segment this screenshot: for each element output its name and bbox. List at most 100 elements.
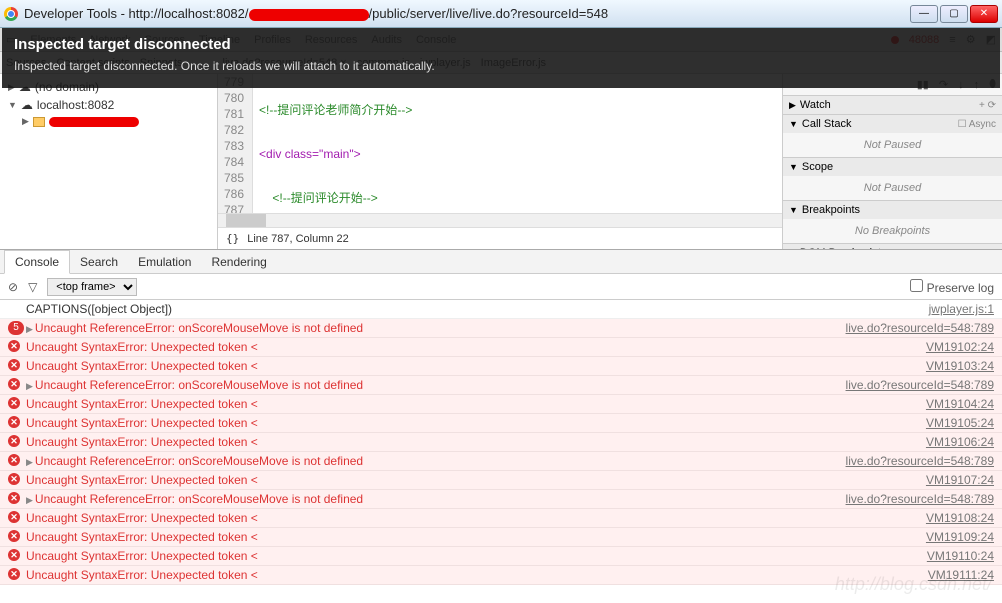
console-toolbar: ⊘ ▽ <top frame> Preserve log <box>0 274 1002 300</box>
console-row[interactable]: ✕ Uncaught SyntaxError: Unexpected token … <box>0 471 1002 490</box>
log-source-link[interactable]: jwplayer.js:1 <box>921 302 994 316</box>
chrome-icon <box>4 7 18 21</box>
log-source-link[interactable]: live.do?resourceId=548:789 <box>838 378 994 392</box>
minimize-button[interactable]: — <box>910 5 938 23</box>
drawer-tabs: Console Search Emulation Rendering <box>0 250 1002 274</box>
console-row[interactable]: ✕Uncaught SyntaxError: Unexpected token … <box>0 509 1002 528</box>
log-message: Uncaught SyntaxError: Unexpected token < <box>26 340 258 354</box>
console-row[interactable]: 5▶Uncaught ReferenceError: onScoreMouseM… <box>0 319 1002 338</box>
error-icon: ✕ <box>8 340 20 352</box>
folder-icon <box>33 117 45 127</box>
line-gutter: 779780781782783784785786787788789 <box>218 74 253 213</box>
tab-rendering[interactable]: Rendering <box>201 251 276 273</box>
expand-icon[interactable]: ▶ <box>26 457 33 467</box>
expand-icon[interactable]: ▶ <box>26 381 33 391</box>
log-source-link[interactable]: VM19104:24 <box>918 397 994 411</box>
log-message: Uncaught ReferenceError: onScoreMouseMov… <box>35 492 363 506</box>
error-icon: ✕ <box>8 511 20 523</box>
frame-selector[interactable]: <top frame> <box>47 278 137 296</box>
log-message: Uncaught SyntaxError: Unexpected token < <box>26 435 258 449</box>
log-message: CAPTIONS([object Object]) <box>26 302 172 316</box>
log-message: Uncaught SyntaxError: Unexpected token < <box>26 359 258 373</box>
console-row[interactable]: ✕ Uncaught SyntaxError: Unexpected token … <box>0 433 1002 452</box>
braces-icon[interactable]: {} <box>226 232 239 245</box>
log-message: Uncaught ReferenceError: onScoreMouseMov… <box>35 321 363 335</box>
breakpoints-section[interactable]: ▼Breakpoints <box>783 201 1002 219</box>
log-source-link[interactable]: VM19107:24 <box>918 473 994 487</box>
console-row[interactable]: ✕ Uncaught SyntaxError: Unexpected token … <box>0 414 1002 433</box>
error-icon: ✕ <box>8 530 20 542</box>
preserve-log-checkbox[interactable]: Preserve log <box>910 279 994 295</box>
expand-icon[interactable]: ▶ <box>26 495 33 505</box>
log-source-link[interactable]: VM19108:24 <box>918 511 994 525</box>
error-icon: ✕ <box>8 378 20 390</box>
log-source-link[interactable]: VM19105:24 <box>918 416 994 430</box>
editor-status: {} Line 787, Column 22 <box>218 227 782 249</box>
window-title: Developer Tools - http://localhost:8082/… <box>24 6 910 21</box>
error-icon: ✕ <box>8 568 20 580</box>
log-source-link[interactable]: live.do?resourceId=548:789 <box>838 321 994 335</box>
log-source-link[interactable]: live.do?resourceId=548:789 <box>838 492 994 506</box>
error-icon: ✕ <box>8 473 20 485</box>
log-source-link[interactable]: live.do?resourceId=548:789 <box>838 454 994 468</box>
clear-console-icon[interactable]: ⊘ <box>8 280 18 294</box>
scope-section[interactable]: ▼Scope <box>783 158 1002 176</box>
error-count-badge: 5 <box>8 321 24 335</box>
log-message: Uncaught ReferenceError: onScoreMouseMov… <box>35 378 363 392</box>
console-row[interactable]: ✕ Uncaught SyntaxError: Unexpected token … <box>0 566 1002 585</box>
callstack-section[interactable]: ▼Call Stack☐ Async <box>783 115 1002 133</box>
error-icon: ✕ <box>8 492 20 504</box>
log-source-link[interactable]: VM19111:24 <box>920 568 994 582</box>
watch-section[interactable]: ▶Watch+ ⟳ <box>783 96 1002 114</box>
tab-emulation[interactable]: Emulation <box>128 251 201 273</box>
log-message: Uncaught SyntaxError: Unexpected token < <box>26 473 258 487</box>
log-source-link[interactable]: VM19103:24 <box>918 359 994 373</box>
horizontal-scrollbar[interactable] <box>218 213 782 227</box>
log-message: Uncaught SyntaxError: Unexpected token < <box>26 549 258 563</box>
error-icon: ✕ <box>8 454 20 466</box>
console-row[interactable]: ✕ Uncaught SyntaxError: Unexpected token … <box>0 395 1002 414</box>
log-source-link[interactable]: VM19109:24 <box>918 530 994 544</box>
console-row[interactable]: ✕ ▶Uncaught ReferenceError: onScoreMouseM… <box>0 452 1002 471</box>
filter-icon[interactable]: ▽ <box>28 280 37 294</box>
console-output[interactable]: CAPTIONS([object Object])jwplayer.js:15▶… <box>0 300 1002 603</box>
file-navigator[interactable]: ▶☁(no domain) ▼☁localhost:8082 ▶ <box>0 74 218 249</box>
error-icon: ✕ <box>8 397 20 409</box>
log-message: Uncaught SyntaxError: Unexpected token < <box>26 397 258 411</box>
console-row[interactable]: ✕ Uncaught SyntaxError: Unexpected token … <box>0 357 1002 376</box>
log-source-link[interactable]: VM19102:24 <box>918 340 994 354</box>
tab-search[interactable]: Search <box>70 251 128 273</box>
dom-breakpoints-section[interactable]: ▶DOM Breakpoints <box>783 244 1002 249</box>
close-button[interactable]: ✕ <box>970 5 998 23</box>
overlay-title: Inspected target disconnected <box>14 36 988 53</box>
code-editor[interactable]: 779780781782783784785786787788789 <!--提问… <box>218 74 782 249</box>
log-message: Uncaught ReferenceError: onScoreMouseMov… <box>35 454 363 468</box>
error-icon: ✕ <box>8 416 20 428</box>
maximize-button[interactable]: ▢ <box>940 5 968 23</box>
console-row[interactable]: ✕ ▶Uncaught ReferenceError: onScoreMouseM… <box>0 490 1002 509</box>
window-titlebar: Developer Tools - http://localhost:8082/… <box>0 0 1002 28</box>
tab-console[interactable]: Console <box>4 250 70 274</box>
console-row[interactable]: ✕ Uncaught SyntaxError: Unexpected token … <box>0 547 1002 566</box>
error-icon: ✕ <box>8 435 20 447</box>
console-row[interactable]: ✕ Uncaught SyntaxError: Unexpected token … <box>0 338 1002 357</box>
debugger-sidebar: ▮▮ ↷ ↓ ↑ ⬮ ▶Watch+ ⟳ ▼Call Stack☐ AsyncN… <box>782 74 1002 249</box>
log-source-link[interactable]: VM19110:24 <box>919 549 994 563</box>
overlay-message: Inspected target disconnected. Once it r… <box>14 59 988 73</box>
code-content[interactable]: <!--提问评论老师简介开始--> <div class="main"> <!-… <box>253 74 782 213</box>
console-row[interactable]: CAPTIONS([object Object]) jwplayer.js:1 <box>0 300 1002 319</box>
console-row[interactable]: ✕ ▶Uncaught ReferenceError: onScoreMouseM… <box>0 376 1002 395</box>
disconnected-overlay: Inspected target disconnected Inspected … <box>2 28 1000 88</box>
log-source-link[interactable]: VM19106:24 <box>918 435 994 449</box>
redacted-url <box>249 9 369 21</box>
console-row[interactable]: ✕ Uncaught SyntaxError: Unexpected token … <box>0 528 1002 547</box>
error-icon: ✕ <box>8 359 20 371</box>
error-icon: ✕ <box>8 549 20 561</box>
expand-icon[interactable]: ▶ <box>26 324 33 334</box>
cloud-icon: ☁ <box>21 98 33 112</box>
log-message: Uncaught SyntaxError: Unexpected token < <box>26 416 258 430</box>
log-message: Uncaught SyntaxError: Unexpected token < <box>26 530 258 544</box>
redacted-folder <box>49 117 139 127</box>
log-message: Uncaught SyntaxError: Unexpected token < <box>26 568 258 582</box>
cursor-position: Line 787, Column 22 <box>247 233 349 245</box>
